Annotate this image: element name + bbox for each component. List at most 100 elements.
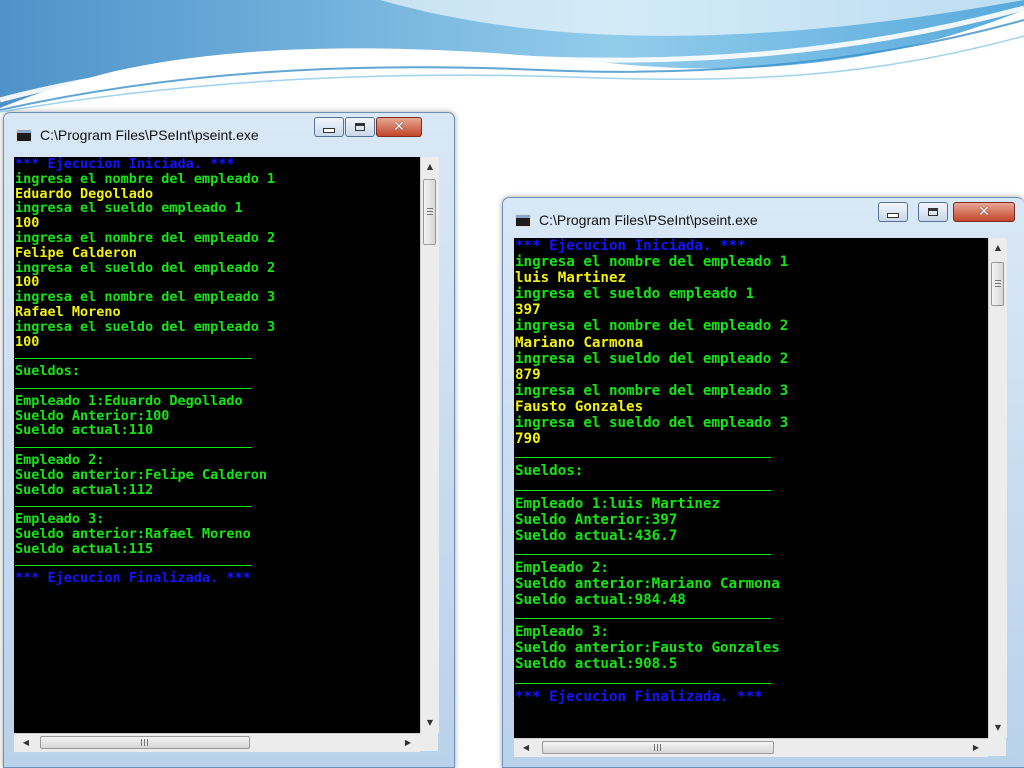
horizontal-scroll-thumb[interactable] — [542, 741, 774, 754]
scroll-right-arrow-icon[interactable]: ▶ — [968, 739, 984, 757]
horizontal-scroll-thumb[interactable] — [40, 736, 250, 749]
console-line: Mariano Carmona — [515, 334, 644, 351]
console-line: ingresa el nombre del empleado 1 — [515, 254, 789, 271]
console-line: ingresa el sueldo del empleado 3 — [15, 318, 276, 335]
grip-icon — [654, 744, 662, 751]
console-line: 879 — [515, 366, 541, 383]
minimize-button[interactable] — [878, 202, 908, 222]
console-line: Empleado 1:Eduardo Degollado — [15, 392, 243, 409]
console-output[interactable]: *** Ejecucion Iniciada. *** ingresa el no… — [514, 238, 988, 738]
separator-line — [14, 349, 420, 364]
console-line: Empleado 1:luis Martinez — [515, 495, 720, 512]
console-line: Sueldos: — [515, 463, 584, 480]
grip-icon — [427, 208, 433, 216]
console-line: 100 — [15, 333, 40, 350]
grip-icon — [995, 280, 1001, 288]
console-line: 790 — [515, 431, 541, 448]
console-line: Empleado 2: — [515, 559, 609, 576]
console-line: Sueldo actual:110 — [15, 422, 154, 439]
maximize-icon — [928, 208, 938, 216]
separator-line — [514, 479, 988, 495]
console-line: Sueldo actual:115 — [15, 540, 154, 557]
separator-line — [514, 447, 988, 463]
scroll-up-arrow-icon[interactable]: ▲ — [989, 240, 1007, 256]
separator-line — [14, 557, 420, 572]
vertical-scrollbar[interactable]: ▲ ▼ — [420, 157, 439, 733]
grip-icon — [141, 739, 149, 746]
maximize-button[interactable] — [918, 202, 948, 222]
vertical-scroll-thumb[interactable] — [991, 262, 1004, 306]
background-waves — [0, 0, 1024, 113]
console-app-icon — [16, 129, 32, 142]
window-title: C:\Program Files\PSeInt\pseint.exe — [539, 212, 758, 228]
maximize-button[interactable] — [345, 117, 375, 137]
console-line: *** Ejecucion Iniciada. *** — [515, 238, 746, 254]
console-line: Sueldo anterior:Mariano Carmona — [515, 575, 780, 592]
close-button[interactable]: ✕ — [376, 117, 422, 137]
minimize-button[interactable] — [314, 117, 344, 137]
resize-grip[interactable] — [988, 738, 1006, 756]
console-line: Empleado 3: — [515, 624, 609, 641]
console-line: *** Ejecucion Finalizada. *** — [15, 570, 251, 587]
console-line: ingresa el sueldo del empleado 3 — [515, 415, 789, 432]
close-icon: ✕ — [393, 119, 405, 135]
console-line: Sueldo actual:908.5 — [515, 656, 678, 673]
horizontal-scrollbar[interactable]: ◀ ▶ — [514, 738, 988, 757]
console-line: *** Ejecucion Iniciada. *** — [15, 157, 235, 172]
minimize-icon — [323, 128, 335, 133]
console-line: Sueldo actual:984.48 — [515, 592, 686, 609]
console-line: luis Martinez — [515, 270, 627, 287]
separator-line — [14, 497, 420, 512]
console-window-1[interactable]: C:\Program Files\PSeInt\pseint.exe ✕ ***… — [3, 112, 455, 768]
horizontal-scrollbar[interactable]: ◀ ▶ — [14, 733, 420, 752]
separator-line — [514, 673, 988, 689]
console-line: Empleado 3: — [15, 511, 105, 528]
scroll-left-arrow-icon[interactable]: ◀ — [518, 739, 534, 757]
console-line: 100 — [15, 274, 40, 291]
console-app-icon — [515, 214, 531, 227]
console-line: ingresa el nombre del empleado 3 — [515, 382, 789, 399]
resize-grip[interactable] — [420, 733, 438, 751]
console-line: ingresa el sueldo empleado 1 — [15, 200, 243, 217]
console-line: *** Ejecucion Finalizada. *** — [515, 688, 763, 705]
separator-line — [514, 544, 988, 560]
console-line: Rafael Moreno — [15, 303, 121, 320]
console-line: Fausto Gonzales — [515, 398, 644, 415]
separator-line — [14, 438, 420, 453]
separator-line — [14, 379, 420, 394]
console-line: Sueldos: — [15, 363, 81, 380]
console-line: ingresa el nombre del empleado 2 — [515, 318, 789, 335]
console-line: ingresa el sueldo del empleado 2 — [15, 259, 276, 276]
scroll-right-arrow-icon[interactable]: ▶ — [400, 734, 416, 752]
vertical-scrollbar[interactable]: ▲ ▼ — [988, 238, 1007, 738]
maximize-icon — [355, 123, 365, 131]
close-icon: ✕ — [978, 204, 990, 220]
title-bar[interactable]: C:\Program Files\PSeInt\pseint.exe ✕ — [4, 113, 454, 149]
scroll-left-arrow-icon[interactable]: ◀ — [18, 734, 34, 752]
close-button[interactable]: ✕ — [953, 202, 1015, 222]
separator-line — [514, 608, 988, 624]
scroll-down-arrow-icon[interactable]: ▼ — [989, 720, 1007, 736]
console-line: ingresa el nombre del empleado 3 — [15, 289, 276, 306]
console-line: Sueldo anterior:Felipe Calderon — [15, 466, 267, 483]
console-line: ingresa el sueldo empleado 1 — [515, 286, 755, 303]
console-line: Sueldo Anterior:397 — [515, 511, 678, 528]
title-bar[interactable]: C:\Program Files\PSeInt\pseint.exe ✕ — [503, 198, 1024, 234]
console-line: 100 — [15, 215, 40, 232]
scroll-down-arrow-icon[interactable]: ▼ — [421, 715, 439, 731]
window-title: C:\Program Files\PSeInt\pseint.exe — [40, 127, 259, 143]
vertical-scroll-thumb[interactable] — [423, 179, 436, 245]
console-line: ingresa el sueldo del empleado 2 — [515, 350, 789, 367]
console-window-2[interactable]: C:\Program Files\PSeInt\pseint.exe ✕ ***… — [502, 197, 1024, 768]
console-line: 397 — [515, 302, 541, 319]
console-line: ingresa el nombre del empleado 1 — [15, 170, 276, 187]
console-line: Sueldo actual:112 — [15, 481, 154, 498]
console-line: Empleado 2: — [15, 451, 105, 468]
console-line: Sueldo anterior:Rafael Moreno — [15, 525, 251, 542]
console-line: Sueldo actual:436.7 — [515, 527, 678, 544]
console-line: Sueldo anterior:Fausto Gonzales — [515, 640, 780, 657]
scroll-up-arrow-icon[interactable]: ▲ — [421, 159, 439, 175]
console-line: Felipe Calderon — [15, 244, 137, 261]
console-line: ingresa el nombre del empleado 2 — [15, 229, 276, 246]
console-output[interactable]: *** Ejecucion Iniciada. *** ingresa el no… — [14, 157, 420, 733]
